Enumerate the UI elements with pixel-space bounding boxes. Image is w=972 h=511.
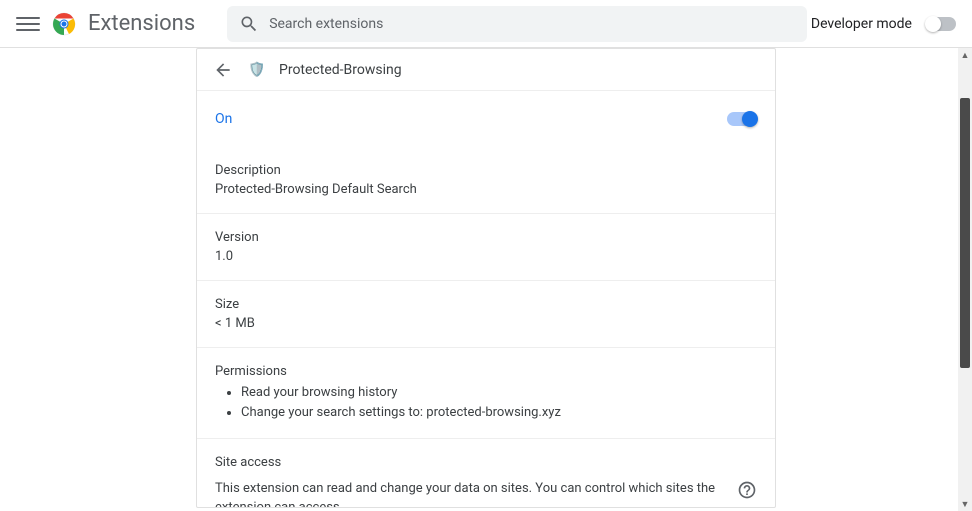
search-icon xyxy=(239,14,259,34)
permissions-list: Read your browsing history Change your s… xyxy=(215,383,757,422)
description-value: Protected-Browsing Default Search xyxy=(215,182,757,197)
topbar: Extensions Developer mode xyxy=(0,0,972,48)
search-input[interactable] xyxy=(269,16,795,32)
section-size: Size < 1 MB xyxy=(197,281,775,348)
extension-name: Protected-Browsing xyxy=(279,62,402,78)
description-heading: Description xyxy=(215,163,757,178)
extension-icon: 🛡️ xyxy=(245,58,269,82)
arrow-left-icon xyxy=(213,60,233,80)
extension-detail-panel: 🛡️ Protected-Browsing On Description Pro… xyxy=(196,48,776,508)
scroll-down-arrow-icon[interactable]: ▼ xyxy=(958,497,972,511)
extensions-logo-icon xyxy=(52,12,76,36)
permission-item: Change your search settings to: protecte… xyxy=(241,403,757,423)
scrollbar-thumb[interactable] xyxy=(960,98,970,368)
topbar-right: Developer mode xyxy=(811,16,956,32)
enable-toggle[interactable] xyxy=(727,112,757,126)
version-heading: Version xyxy=(215,230,757,245)
enable-row: On xyxy=(197,91,775,147)
detail-header: 🛡️ Protected-Browsing xyxy=(197,49,775,91)
site-access-heading: Site access xyxy=(215,455,757,470)
version-value: 1.0 xyxy=(215,249,757,264)
scroll-up-arrow-icon[interactable]: ▲ xyxy=(958,48,972,62)
page-title: Extensions xyxy=(88,11,195,36)
help-icon[interactable] xyxy=(737,480,757,500)
site-access-description: This extension can read and change your … xyxy=(215,480,725,507)
permissions-heading: Permissions xyxy=(215,364,757,379)
enable-label: On xyxy=(215,111,232,127)
main-menu-button[interactable] xyxy=(16,12,40,36)
size-heading: Size xyxy=(215,297,757,312)
page-scrollbar[interactable]: ▲ ▼ xyxy=(958,48,972,511)
size-value: < 1 MB xyxy=(215,316,757,331)
back-button[interactable] xyxy=(211,58,235,82)
section-permissions: Permissions Read your browsing history C… xyxy=(197,348,775,439)
permission-item: Read your browsing history xyxy=(241,383,757,403)
search-bar[interactable] xyxy=(227,6,807,42)
body: 🛡️ Protected-Browsing On Description Pro… xyxy=(0,48,972,511)
section-version: Version 1.0 xyxy=(197,214,775,281)
detail-scroll[interactable]: On Description Protected-Browsing Defaul… xyxy=(197,91,775,507)
developer-mode-label: Developer mode xyxy=(811,16,912,32)
section-description: Description Protected-Browsing Default S… xyxy=(197,147,775,214)
section-site-access: Site access This extension can read and … xyxy=(197,439,775,507)
developer-mode-toggle[interactable] xyxy=(926,17,956,31)
